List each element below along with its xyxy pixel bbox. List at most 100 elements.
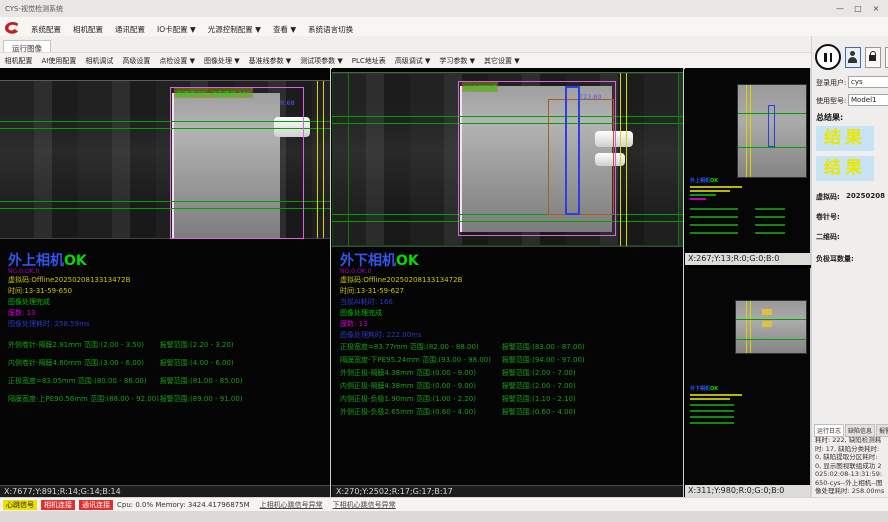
heartbeat-status-badge: 心跳信号: [3, 500, 37, 510]
toolbar-item[interactable]: 基准线参数 ▼: [244, 56, 296, 66]
preview-text-bars: [690, 394, 742, 396]
log-text[interactable]: 耗时: 222, 缺陷检测耗时: 17, 缺陷分类耗时: 0, 缺陷提取分区耗时…: [815, 436, 885, 494]
tab-highlight: [762, 309, 772, 315]
toolbar-item[interactable]: AI使用配置: [37, 56, 81, 66]
measurement-row: 外侧正极-负极2.65mm 范围:(0.60 - 4.00)报警范围:(0.60…: [340, 407, 677, 420]
ok-status: OK: [396, 253, 419, 269]
model-value[interactable]: Model1: [848, 94, 888, 106]
result-overlay-lower: 外下相机OK NG:0;OK:0 虚拟码:Offline202502081331…: [340, 254, 462, 341]
edge-line-overlay: [750, 85, 751, 177]
preview-panel-upper[interactable]: 外上相机OK X:267;Y:13;R:0;G:0;B:0: [685, 68, 811, 265]
film-count-line: 膜数: 13: [8, 308, 130, 319]
preview-panel-lower[interactable]: 外下相机OK X:311;Y:980;R:0;G:0;B:0: [685, 268, 811, 497]
menu-item[interactable]: IO卡配置 ▼: [151, 25, 202, 34]
pause-icon: [830, 53, 833, 62]
preview-image: [735, 300, 807, 354]
process-done-line: 图像处理完成: [8, 297, 130, 308]
toolbar-item[interactable]: 学习参数 ▼: [435, 56, 480, 66]
login-user-label: 登录用户:: [816, 78, 846, 88]
menu-item[interactable]: 查看 ▼: [267, 25, 302, 34]
toolbar-item[interactable]: 测试项参数 ▼: [296, 56, 348, 66]
sidebar: 登录用户: cys 使用型号: Model1 总结果: 结果 结果 虚拟码: 2…: [811, 36, 888, 497]
tab-roi-rectangle: [565, 86, 580, 215]
camera-image-upper[interactable]: 高阈值:93, 动态阈值:100 R.68: [0, 80, 330, 239]
barcode-label: 虚拟码:: [816, 192, 840, 202]
camera-panel-upper: 高阈值:93, 动态阈值:100 R.68 外上相机OK NG:0;OK:0 虚…: [0, 68, 331, 497]
baseline-overlay: [736, 339, 806, 340]
qr-code-label: 二维码:: [816, 232, 840, 242]
result-box-upper: 结果: [816, 126, 874, 151]
frame-line-overlay: [678, 73, 679, 246]
result-box-lower: 结果: [816, 156, 874, 181]
preview-text-bars: [690, 186, 742, 188]
preview-text-bars: [690, 422, 734, 424]
pin-number-label: 卷针号:: [816, 212, 840, 222]
result-overlay-upper: 外上相机OK NG:0;OK:0 虚拟码:Offline202502081331…: [8, 254, 130, 330]
toolbar-item[interactable]: 相机调试: [81, 56, 118, 66]
camera-title: 外下相机OK: [340, 254, 462, 268]
preview-camera-title: 外下相机OK: [690, 386, 718, 392]
pixel-coordinate-bar: X:311;Y:980;R:0;G:0;B:0: [685, 485, 810, 497]
barcode-line: 虚拟码:Offline2025020813313472B: [8, 275, 130, 286]
toolbar-item[interactable]: 高级调试 ▼: [390, 56, 435, 66]
preview-text-bars: [690, 410, 734, 412]
ng-counter: NG:0;OK:0: [340, 268, 462, 275]
baseline-overlay: [736, 319, 806, 320]
edge-line-overlay: [626, 73, 627, 246]
menu-item[interactable]: 系统配置: [25, 25, 67, 34]
ai-area-label: AI检测区域: [462, 82, 498, 92]
cpu-memory-text: Cpu: 0.0% Memory: 3424.41796875M: [117, 501, 250, 509]
maximize-button[interactable]: □: [850, 3, 866, 15]
preview-text-bars: [690, 208, 738, 210]
measure-tag-label: R.68: [280, 99, 295, 107]
menu-item[interactable]: 通讯配置: [109, 25, 151, 34]
menubar: 系统配置相机配置通讯配置IO卡配置 ▼光源控制配置 ▼查看 ▼系统语言切换: [0, 17, 888, 37]
pause-button[interactable]: [815, 44, 841, 70]
camera-image-lower[interactable]: AI检测区域 T23.80: [332, 72, 683, 247]
toolbar-item[interactable]: PLC地址表: [347, 56, 390, 66]
edge-line-overlay: [746, 85, 747, 177]
toolbar-item[interactable]: 点检设置 ▼: [155, 56, 200, 66]
measurement-row: 内侧正极-负极1.90mm 范围:(1.00 - 2.20)报警范围:(1.10…: [340, 394, 677, 407]
login-user-value[interactable]: cys: [848, 76, 888, 88]
toolbar-item[interactable]: 其它设置 ▼: [480, 56, 525, 66]
measure-tag-label: T23.80: [579, 93, 602, 101]
menu-item[interactable]: 系统语言切换: [302, 25, 359, 34]
statusbar: 心跳信号 相机连接 通讯连接 Cpu: 0.0% Memory: 3424.41…: [0, 497, 888, 512]
preview-text-bars: [690, 224, 738, 226]
preview-camera-title: 外上相机OK: [690, 178, 718, 184]
preview-text-bars: [690, 190, 730, 192]
tab-strip: 运行图像: [0, 36, 811, 52]
measurement-row: 内侧卷针-隔膜4.60mm 范围:(3.00 - 6.00)报警范围:(4.00…: [8, 358, 324, 376]
lock-button[interactable]: [865, 47, 881, 68]
toolbar-item[interactable]: 图像处理 ▼: [199, 56, 244, 66]
close-button[interactable]: ×: [868, 3, 884, 15]
menu-item[interactable]: 光源控制配置 ▼: [202, 25, 267, 34]
film-count-line: 膜数: 13: [340, 319, 462, 330]
toolbar-item[interactable]: 相机配置: [0, 56, 37, 66]
user-login-button[interactable]: [845, 47, 861, 68]
menu-item[interactable]: 相机配置: [67, 25, 109, 34]
measurement-row: 内侧正极-隔膜4.38mm 范围:(0.00 - 9.00)报警范围:(2.00…: [340, 381, 677, 394]
preview-text-bars: [690, 194, 716, 196]
measurement-row: 隔膜宽度-上PE90.56mm 范围:(88.00 - 92.00)报警范围:(…: [8, 394, 324, 412]
toolbar-item[interactable]: 高级设置: [118, 56, 155, 66]
barcode-line: 虚拟码:Offline2025020813313472B: [340, 275, 462, 286]
preview-text-bars: [755, 216, 785, 218]
pause-icon: [824, 53, 827, 62]
ng-counter: NG:0;OK:0: [8, 268, 130, 275]
threshold-label: 高阈值:93, 动态阈值:100: [174, 88, 253, 98]
camera-title: 外上相机OK: [8, 254, 130, 268]
minimize-button[interactable]: —: [832, 3, 848, 15]
defect-roi-rectangle: [548, 99, 614, 215]
elapsed-line: 图像处理耗时: 258.59ms: [8, 319, 130, 330]
app-window: CYS-视觉检测系统 — □ × 系统配置相机配置通讯配置IO卡配置 ▼光源控制…: [0, 0, 888, 522]
total-result-label: 总结果:: [816, 112, 843, 123]
elapsed-line: 图像处理耗时: 222.00ms: [340, 330, 462, 341]
measurement-row: 外侧卷针-隔膜2.91mm 范围:(2.00 - 3.50)报警范围:(2.20…: [8, 340, 324, 358]
tab-roi-rectangle: [768, 105, 775, 147]
measurement-list-lower: 正极宽度=83.77mm 范围:(82.00 - 88.00)报警范围:(83.…: [340, 342, 677, 420]
ok-status: OK: [64, 253, 87, 269]
pixel-coordinate-bar: X:270;Y:2502;R:17;G:17;B:17: [332, 485, 683, 497]
camera-panel-lower: AI检测区域 T23.80 外下相机OK NG:0;OK:0 虚拟码:Offli…: [332, 68, 684, 497]
